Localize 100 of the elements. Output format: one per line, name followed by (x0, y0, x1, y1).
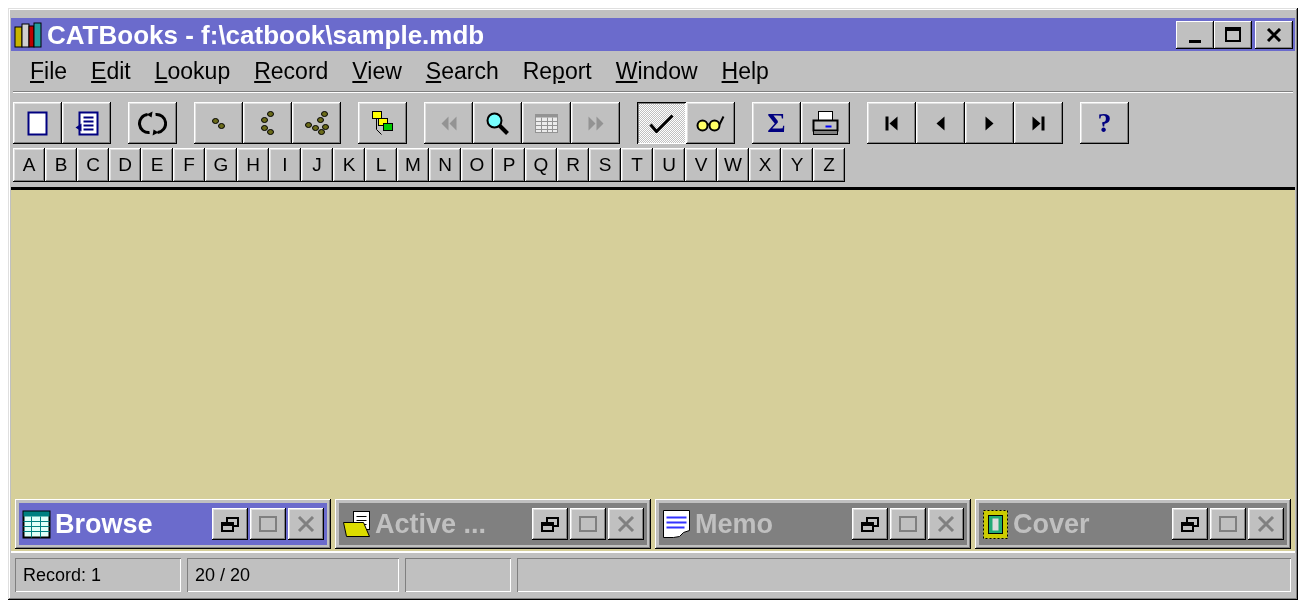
close-button[interactable] (928, 508, 964, 540)
restore-icon (1181, 516, 1199, 532)
restore-icon (861, 516, 879, 532)
folder-icon (342, 510, 371, 538)
search-icon (486, 111, 509, 135)
toolbar-button[interactable]: Σ (752, 102, 801, 144)
letter-button[interactable]: X (749, 148, 781, 182)
close-icon (1257, 516, 1275, 532)
maximize-button[interactable] (250, 508, 286, 540)
dots-icon (260, 110, 275, 136)
toolbar-button[interactable] (128, 102, 177, 144)
minimized-window[interactable]: Browse (15, 499, 331, 549)
toolbar-button[interactable] (62, 102, 111, 144)
letter-button[interactable]: S (589, 148, 621, 182)
restore-button[interactable] (532, 508, 568, 540)
toolbar-button[interactable] (1014, 102, 1063, 144)
maximize-icon (579, 516, 597, 532)
toolbar-button[interactable] (686, 102, 735, 144)
toolbar-button[interactable] (358, 102, 407, 144)
close-icon (617, 516, 635, 532)
toolbar-button[interactable] (637, 102, 686, 144)
restore-button[interactable] (852, 508, 888, 540)
letter-button[interactable]: P (493, 148, 525, 182)
toolbar-button[interactable] (867, 102, 916, 144)
letter-button[interactable]: V (685, 148, 717, 182)
form-icon (74, 110, 99, 136)
minimize-icon (1189, 39, 1201, 43)
maximize-button[interactable] (1214, 20, 1252, 49)
letter-button[interactable]: R (557, 148, 589, 182)
letter-button[interactable]: J (301, 148, 333, 182)
toolbar-button[interactable] (194, 102, 243, 144)
menu-item[interactable]: Window (604, 59, 709, 83)
letter-button[interactable]: W (717, 148, 749, 182)
letter-button[interactable]: T (621, 148, 653, 182)
maximize-button[interactable] (890, 508, 926, 540)
toolbar-button[interactable] (916, 102, 965, 144)
letter-button[interactable]: F (173, 148, 205, 182)
printer-icon (812, 110, 839, 136)
letter-button[interactable]: K (333, 148, 365, 182)
toolbar-button[interactable]: ? (1080, 102, 1129, 144)
maximize-button[interactable] (1210, 508, 1246, 540)
letter-button[interactable]: C (77, 148, 109, 182)
menu-item[interactable]: Help (710, 59, 780, 83)
close-button[interactable] (288, 508, 324, 540)
status-pane: 20 / 20 (187, 558, 399, 592)
glasses-icon (696, 114, 725, 132)
toolbar-button[interactable] (473, 102, 522, 144)
toolbar-button[interactable] (292, 102, 341, 144)
close-icon (1266, 27, 1282, 42)
toolbar-button[interactable] (801, 102, 850, 144)
letter-button[interactable]: D (109, 148, 141, 182)
letter-button[interactable]: B (45, 148, 77, 182)
close-button[interactable] (1248, 508, 1284, 540)
window-title: Active ... (375, 510, 487, 538)
toolbar-button[interactable] (13, 102, 62, 144)
menu-item[interactable]: File (19, 59, 79, 83)
restore-icon (541, 516, 559, 532)
menu-item[interactable]: Lookup (143, 59, 242, 83)
table-icon (22, 509, 51, 539)
close-button[interactable] (1255, 20, 1293, 49)
tree-icon (371, 110, 394, 136)
status-pane: Record: 1 (15, 558, 181, 592)
menu-item[interactable]: View (341, 59, 413, 83)
toolbar-button[interactable] (965, 102, 1014, 144)
maximize-button[interactable] (570, 508, 606, 540)
page-icon (27, 110, 48, 136)
restore-icon (221, 516, 239, 532)
restore-button[interactable] (212, 508, 248, 540)
close-icon (297, 516, 315, 532)
toolbar-button[interactable] (243, 102, 292, 144)
menu-item[interactable]: Edit (80, 59, 142, 83)
letter-button[interactable]: Y (781, 148, 813, 182)
left-triangle-icon (935, 114, 946, 132)
menu-item[interactable]: Report (511, 59, 603, 83)
letter-button[interactable]: Z (813, 148, 845, 182)
close-button[interactable] (608, 508, 644, 540)
letter-button[interactable]: Q (525, 148, 557, 182)
letter-button[interactable]: A (13, 148, 45, 182)
dots-icon (303, 110, 330, 136)
letter-button[interactable]: O (461, 148, 493, 182)
refresh-icon (137, 109, 168, 137)
fast-forward-icon (586, 114, 605, 132)
close-icon (937, 516, 955, 532)
letter-button[interactable]: I (269, 148, 301, 182)
letter-button[interactable]: U (653, 148, 685, 182)
letter-button[interactable]: E (141, 148, 173, 182)
framed-picture-icon (982, 508, 1009, 540)
letter-button[interactable]: M (397, 148, 429, 182)
menu-item[interactable]: Record (243, 59, 340, 83)
maximize-icon (1225, 27, 1241, 42)
restore-button[interactable] (1172, 508, 1208, 540)
letter-button[interactable]: H (237, 148, 269, 182)
letter-button[interactable]: G (205, 148, 237, 182)
letter-button[interactable]: N (429, 148, 461, 182)
minimize-button[interactable] (1176, 20, 1214, 49)
letter-button[interactable]: L (365, 148, 397, 182)
menu-item[interactable]: Search (414, 59, 510, 83)
maximize-icon (899, 516, 917, 532)
maximize-icon (259, 516, 277, 532)
window-title: Cover (1013, 510, 1090, 538)
